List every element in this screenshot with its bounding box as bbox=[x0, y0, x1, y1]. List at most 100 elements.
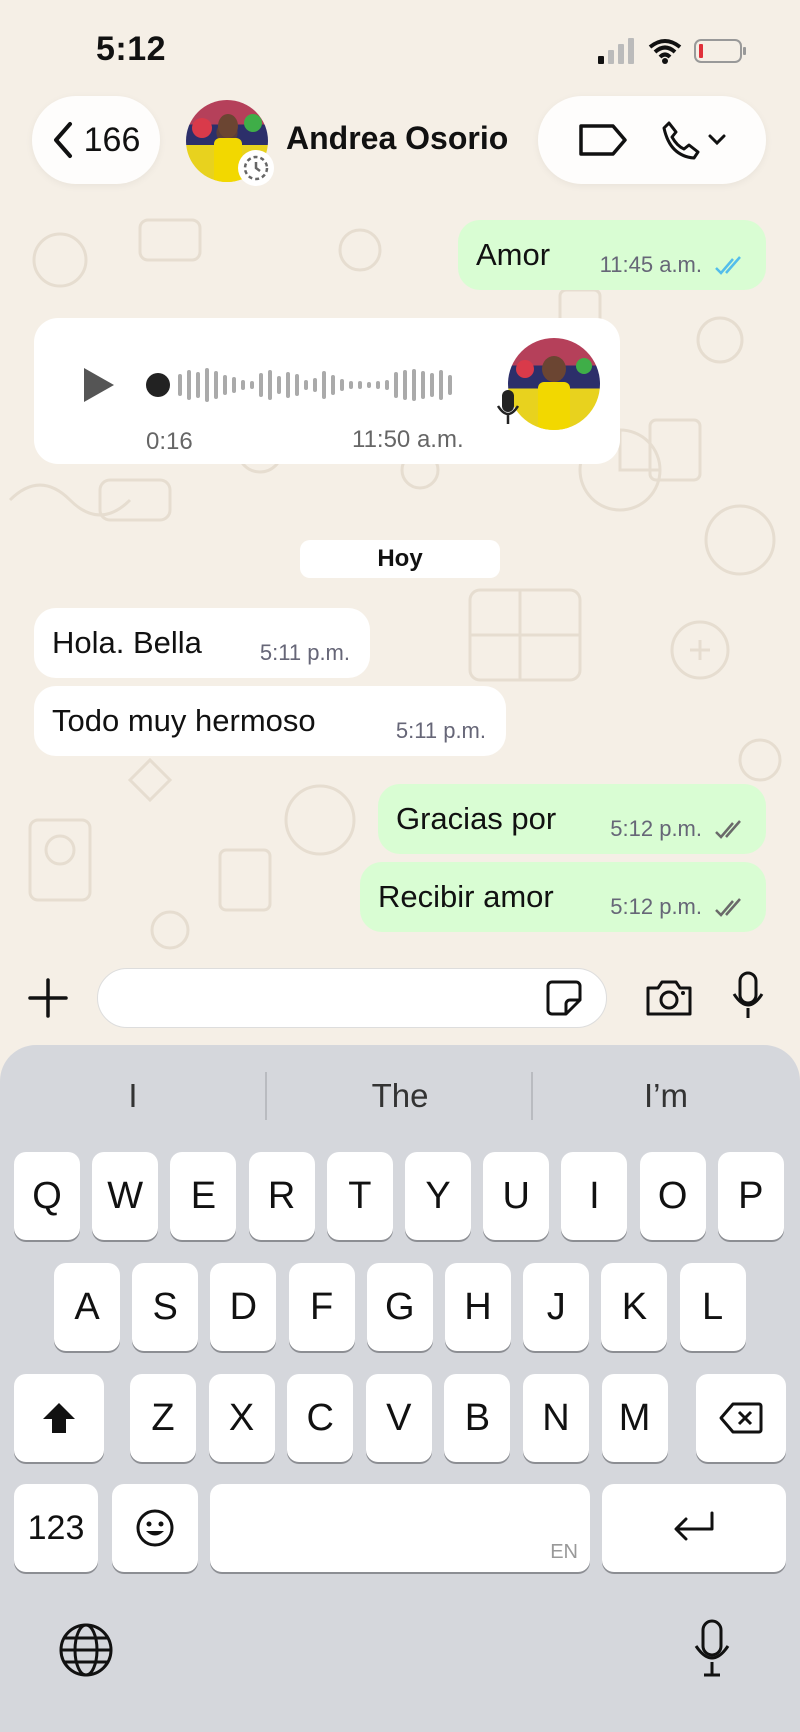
message-bubble-outgoing[interactable]: Amor 11:45 a.m. bbox=[458, 220, 766, 290]
numbers-key[interactable]: 123 bbox=[14, 1484, 98, 1572]
key-x[interactable]: X bbox=[208, 1374, 275, 1462]
key-i[interactable]: I bbox=[561, 1152, 628, 1240]
waveform-bar bbox=[340, 379, 344, 391]
waveform-bar bbox=[394, 372, 398, 398]
label-icon[interactable] bbox=[577, 120, 629, 160]
return-key[interactable] bbox=[602, 1484, 786, 1572]
voice-duration: 0:16 bbox=[146, 428, 193, 455]
key-m[interactable]: M bbox=[601, 1374, 668, 1462]
waveform-bar bbox=[313, 378, 317, 392]
message-input[interactable] bbox=[97, 968, 607, 1028]
shift-key[interactable] bbox=[14, 1374, 104, 1462]
waveform-bar bbox=[358, 381, 362, 389]
backspace-key[interactable] bbox=[696, 1374, 786, 1462]
message-time: 11:50 a.m. bbox=[352, 426, 464, 453]
key-t[interactable]: T bbox=[326, 1152, 393, 1240]
message-bubble-incoming[interactable]: Todo muy hermoso 5:11 p.m. bbox=[34, 686, 506, 756]
key-c[interactable]: C bbox=[287, 1374, 354, 1462]
key-v[interactable]: V bbox=[365, 1374, 432, 1462]
key-d[interactable]: D bbox=[210, 1263, 277, 1351]
message-text: Recibir amor bbox=[378, 879, 554, 914]
voice-waveform[interactable] bbox=[144, 364, 474, 406]
key-p[interactable]: P bbox=[717, 1152, 784, 1240]
emoji-key[interactable] bbox=[112, 1484, 198, 1572]
waveform-bar bbox=[322, 371, 326, 399]
key-q[interactable]: Q bbox=[14, 1152, 80, 1240]
key-g[interactable]: G bbox=[366, 1263, 433, 1351]
waveform-bar bbox=[421, 371, 425, 399]
read-ticks-icon bbox=[715, 256, 741, 275]
key-b[interactable]: B bbox=[444, 1374, 511, 1462]
contact-name[interactable]: Andrea Osorio bbox=[286, 120, 508, 157]
message-time: 5:12 p.m. bbox=[610, 894, 702, 919]
back-button[interactable]: 166 bbox=[32, 96, 160, 184]
waveform-bar bbox=[178, 374, 182, 396]
return-icon bbox=[674, 1511, 714, 1541]
chevron-down-icon bbox=[708, 134, 726, 146]
sticker-icon[interactable] bbox=[544, 978, 584, 1018]
message-text: Hola. Bella bbox=[52, 625, 202, 660]
message-text: Todo muy hermoso bbox=[52, 703, 316, 738]
voice-record-icon[interactable] bbox=[730, 970, 766, 1022]
unread-count: 166 bbox=[83, 120, 141, 159]
space-key[interactable]: EN bbox=[210, 1484, 590, 1572]
suggestion-3[interactable]: I’m bbox=[533, 1070, 799, 1122]
message-time: 5:11 p.m. bbox=[395, 718, 486, 743]
signal-icon bbox=[598, 38, 634, 64]
message-bubble-outgoing[interactable]: Recibir amor 5:12 p.m. bbox=[360, 862, 766, 932]
status-ring-icon bbox=[238, 150, 274, 186]
key-l[interactable]: L bbox=[679, 1263, 746, 1351]
waveform-bar bbox=[403, 370, 407, 400]
key-r[interactable]: R bbox=[248, 1152, 315, 1240]
waveform-bar bbox=[412, 369, 416, 401]
delivered-ticks-icon bbox=[715, 898, 741, 917]
phone-icon bbox=[662, 121, 700, 160]
date-separator: Hoy bbox=[300, 540, 500, 578]
key-w[interactable]: W bbox=[92, 1152, 159, 1240]
key-e[interactable]: E bbox=[170, 1152, 237, 1240]
suggestion-2[interactable]: The bbox=[267, 1070, 533, 1122]
delivered-ticks-icon bbox=[715, 820, 741, 839]
camera-icon[interactable] bbox=[644, 976, 694, 1018]
key-f[interactable]: F bbox=[288, 1263, 355, 1351]
key-u[interactable]: U bbox=[483, 1152, 550, 1240]
message-time: 11:45 a.m. bbox=[599, 252, 702, 277]
dictation-icon[interactable] bbox=[692, 1618, 732, 1678]
waveform-bar bbox=[232, 377, 236, 393]
waveform-bar bbox=[214, 371, 218, 399]
message-text: Gracias por bbox=[396, 801, 557, 836]
key-s[interactable]: S bbox=[132, 1263, 199, 1351]
play-icon[interactable] bbox=[80, 366, 118, 404]
message-bubble-outgoing[interactable]: Gracias por 5:12 p.m. bbox=[378, 784, 766, 854]
waveform-bar bbox=[259, 373, 263, 397]
key-j[interactable]: J bbox=[523, 1263, 590, 1351]
waveform-bar bbox=[367, 382, 371, 388]
waveform-bar bbox=[295, 374, 299, 396]
back-chevron-icon bbox=[53, 122, 72, 158]
voice-sender-avatar bbox=[508, 338, 600, 430]
plus-icon[interactable] bbox=[26, 976, 70, 1020]
globe-icon[interactable] bbox=[58, 1622, 114, 1678]
waveform-bar bbox=[223, 375, 227, 395]
key-h[interactable]: H bbox=[445, 1263, 511, 1351]
waveform-bar bbox=[376, 381, 380, 389]
battery-icon bbox=[694, 39, 746, 63]
key-a[interactable]: A bbox=[54, 1263, 120, 1351]
call-button[interactable] bbox=[659, 119, 727, 161]
waveform-bar bbox=[277, 376, 281, 394]
waveform-bar bbox=[304, 380, 308, 390]
suggestion-1[interactable]: I bbox=[0, 1070, 266, 1122]
key-y[interactable]: Y bbox=[405, 1152, 471, 1240]
status-icons bbox=[598, 38, 748, 64]
waveform-bar bbox=[430, 373, 434, 397]
waveform-bar bbox=[241, 380, 245, 390]
waveform-bar bbox=[268, 370, 272, 400]
message-bubble-incoming[interactable]: Hola. Bella 5:11 p.m. bbox=[34, 608, 370, 678]
key-z[interactable]: Z bbox=[130, 1374, 196, 1462]
waveform-bar bbox=[385, 380, 389, 390]
key-k[interactable]: K bbox=[601, 1263, 668, 1351]
waveform-bar bbox=[205, 368, 209, 402]
waveform-bar bbox=[250, 381, 254, 389]
key-o[interactable]: O bbox=[639, 1152, 706, 1240]
key-n[interactable]: N bbox=[523, 1374, 589, 1462]
